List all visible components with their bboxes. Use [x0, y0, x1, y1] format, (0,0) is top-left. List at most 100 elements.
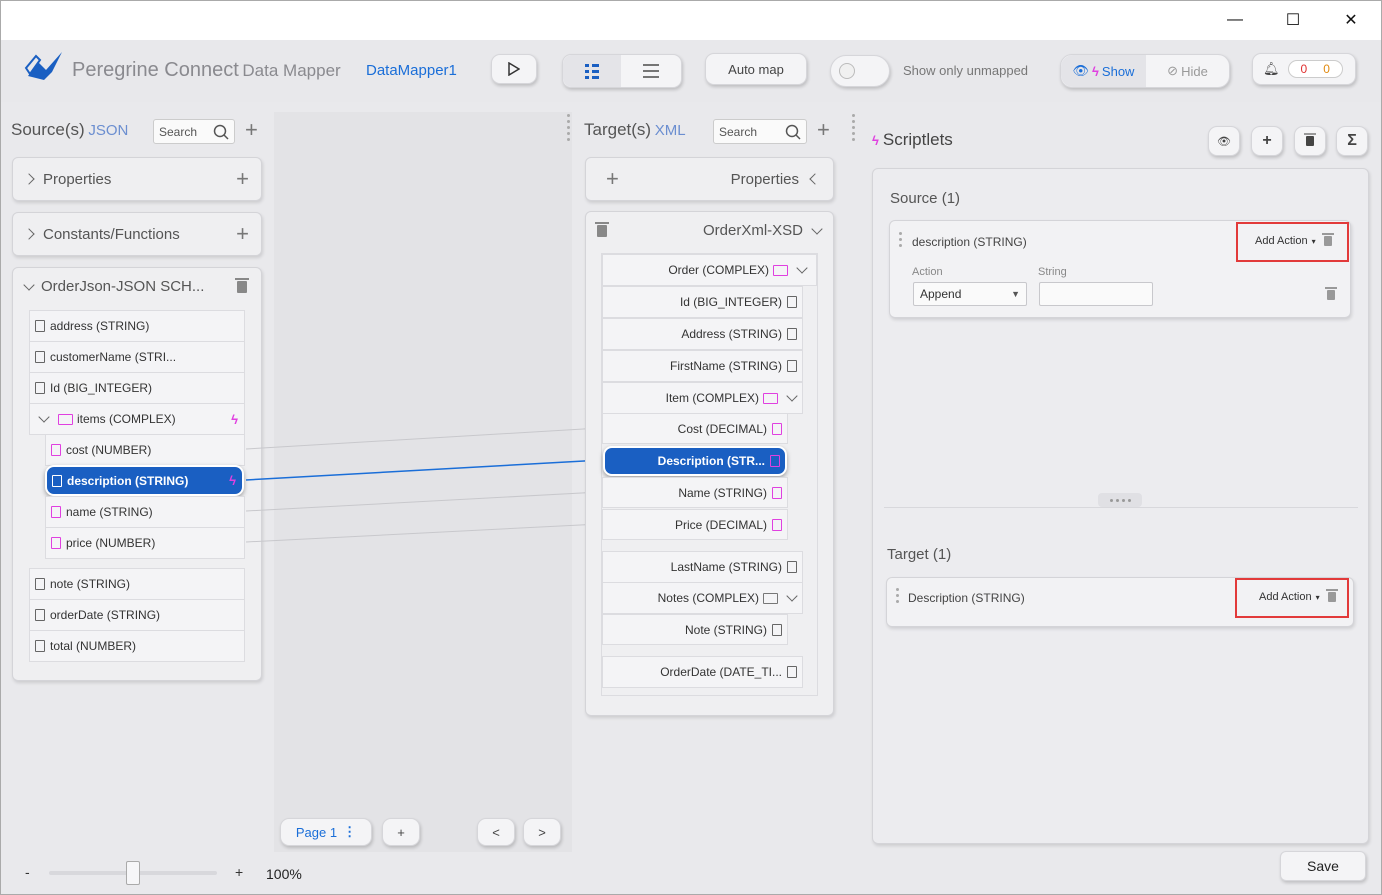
mapping-line[interactable]: [245, 427, 601, 450]
sigma-icon: Σ: [1347, 132, 1357, 149]
add-page-label: +: [397, 824, 405, 840]
target-document-title: OrderXml-XSD: [702, 222, 803, 239]
plus-icon: +: [1262, 132, 1272, 149]
caret-down-icon: ▾: [1315, 592, 1320, 602]
file-icon: [787, 360, 797, 372]
mapping-line[interactable]: [245, 523, 601, 543]
target-field-item[interactable]: Item (COMPLEX): [602, 382, 803, 414]
field-label: Cost (DECIMAL): [677, 421, 767, 436]
field-label: LastName (STRING): [670, 560, 782, 574]
field-label: Item (COMPLEX): [665, 391, 759, 405]
chevron-down-icon: [796, 262, 808, 274]
add-target-button[interactable]: +: [817, 119, 830, 141]
target-document-header[interactable]: OrderXml-XSD: [595, 221, 823, 239]
target-properties-label: Properties: [730, 170, 799, 188]
file-icon: [787, 296, 797, 308]
prev-label: <: [492, 824, 500, 840]
mapping-line-selected[interactable]: [245, 459, 603, 481]
target-field-notes[interactable]: Notes (COMPLEX): [602, 582, 803, 614]
target-field[interactable]: Id (BIG_INTEGER): [602, 286, 803, 318]
page-tab[interactable]: Page 1 ⋮: [280, 818, 372, 846]
trash-icon: [1325, 287, 1337, 300]
folder-icon: [763, 392, 778, 404]
target-field[interactable]: Address (STRING): [602, 318, 803, 350]
delete-action-button[interactable]: [1325, 287, 1337, 303]
delete-target-doc-icon[interactable]: [595, 221, 609, 237]
add-target-property-button[interactable]: +: [606, 168, 619, 190]
target-search-input[interactable]: Search: [713, 119, 807, 144]
zoom-out-button[interactable]: -: [25, 864, 30, 880]
next-label: >: [538, 824, 546, 840]
target-field[interactable]: Price (DECIMAL): [602, 509, 788, 540]
page-label: Page 1: [295, 824, 338, 840]
zoom-slider-thumb[interactable]: [126, 861, 140, 885]
field-label: Description (STR...: [657, 454, 765, 468]
scriptlets-header: ϟ Scriptlets: [872, 130, 953, 150]
action-select[interactable]: Append ▼: [913, 282, 1027, 306]
add-scriptlet-button[interactable]: +: [1251, 126, 1283, 156]
scriptlets-title: Scriptlets: [882, 130, 953, 149]
file-icon: [787, 328, 797, 340]
delete-scriptlet-button[interactable]: [1294, 126, 1326, 156]
canvas-resize-handle[interactable]: [566, 114, 570, 141]
trash-icon[interactable]: [1325, 589, 1338, 602]
add-page-button[interactable]: +: [382, 818, 420, 846]
file-icon: [787, 666, 797, 678]
mapping-line[interactable]: [245, 491, 601, 512]
chevron-down-icon: [811, 222, 823, 235]
eye-icon: 👁: [1217, 135, 1231, 148]
prev-page-button[interactable]: <: [477, 818, 515, 846]
target-add-action-button[interactable]: Add Action ▾: [1259, 589, 1338, 603]
file-icon: [772, 518, 782, 531]
trash-icon: [1304, 133, 1316, 146]
search-icon: [785, 124, 801, 140]
target-field[interactable]: Name (STRING): [602, 477, 788, 508]
target-properties-section[interactable]: + Properties: [585, 157, 834, 201]
target-field[interactable]: Cost (DECIMAL): [602, 413, 788, 444]
target-header: Target(s) XML: [584, 120, 686, 140]
folder-icon: [773, 264, 788, 276]
splitter-handle[interactable]: [1098, 493, 1142, 507]
field-label: Note (STRING): [684, 622, 767, 637]
target-field[interactable]: Note (STRING): [602, 614, 788, 645]
string-input[interactable]: [1039, 282, 1153, 306]
chevron-down-icon: [786, 590, 798, 602]
target-format: XML: [654, 122, 686, 139]
file-icon: [772, 623, 782, 636]
target-field[interactable]: FirstName (STRING): [602, 350, 803, 382]
file-icon: [770, 455, 780, 467]
target-resize-handle[interactable]: [851, 114, 855, 141]
function-button[interactable]: Σ: [1336, 126, 1368, 156]
trash-icon[interactable]: [1321, 233, 1334, 246]
source-add-action-button[interactable]: Add Action ▾: [1255, 233, 1334, 247]
target-card-drag-handle[interactable]: [895, 588, 899, 603]
file-icon: [772, 486, 782, 499]
add-action-label: Add Action: [1259, 591, 1312, 603]
target-field-order[interactable]: Order (COMPLEX): [602, 254, 817, 286]
chevron-down-icon: [786, 390, 798, 402]
target-field[interactable]: LastName (STRING): [602, 551, 803, 583]
field-label: Order (COMPLEX): [668, 263, 769, 277]
file-icon: [772, 422, 782, 435]
field-label: Price (DECIMAL): [674, 517, 767, 532]
page-menu-icon[interactable]: ⋮: [343, 824, 356, 840]
scriptlet-source-header: Source (1): [890, 190, 961, 207]
splitter-line: [884, 507, 1358, 508]
target-field-selected[interactable]: Description (STR...: [603, 446, 787, 476]
next-page-button[interactable]: >: [523, 818, 561, 846]
save-button[interactable]: Save: [1280, 851, 1366, 881]
scriptlet-target-header: Target (1): [887, 546, 952, 563]
preview-scriptlet-button[interactable]: 👁: [1208, 126, 1240, 156]
target-field[interactable]: OrderDate (DATE_TI...: [602, 656, 803, 688]
field-label: FirstName (STRING): [670, 359, 782, 373]
action-label: Action: [912, 266, 943, 278]
scriptlet-bolt-icon: ϟ: [872, 132, 879, 148]
target-title: Target(s): [584, 120, 652, 139]
field-label: Address (STRING): [681, 327, 782, 341]
zoom-in-button[interactable]: +: [235, 864, 243, 880]
target-search-placeholder: Search: [719, 124, 758, 139]
source-card-drag-handle[interactable]: [898, 232, 902, 247]
caret-down-icon: ▾: [1311, 236, 1316, 246]
chevron-left-icon: [809, 173, 821, 185]
folder-icon: [763, 592, 778, 604]
